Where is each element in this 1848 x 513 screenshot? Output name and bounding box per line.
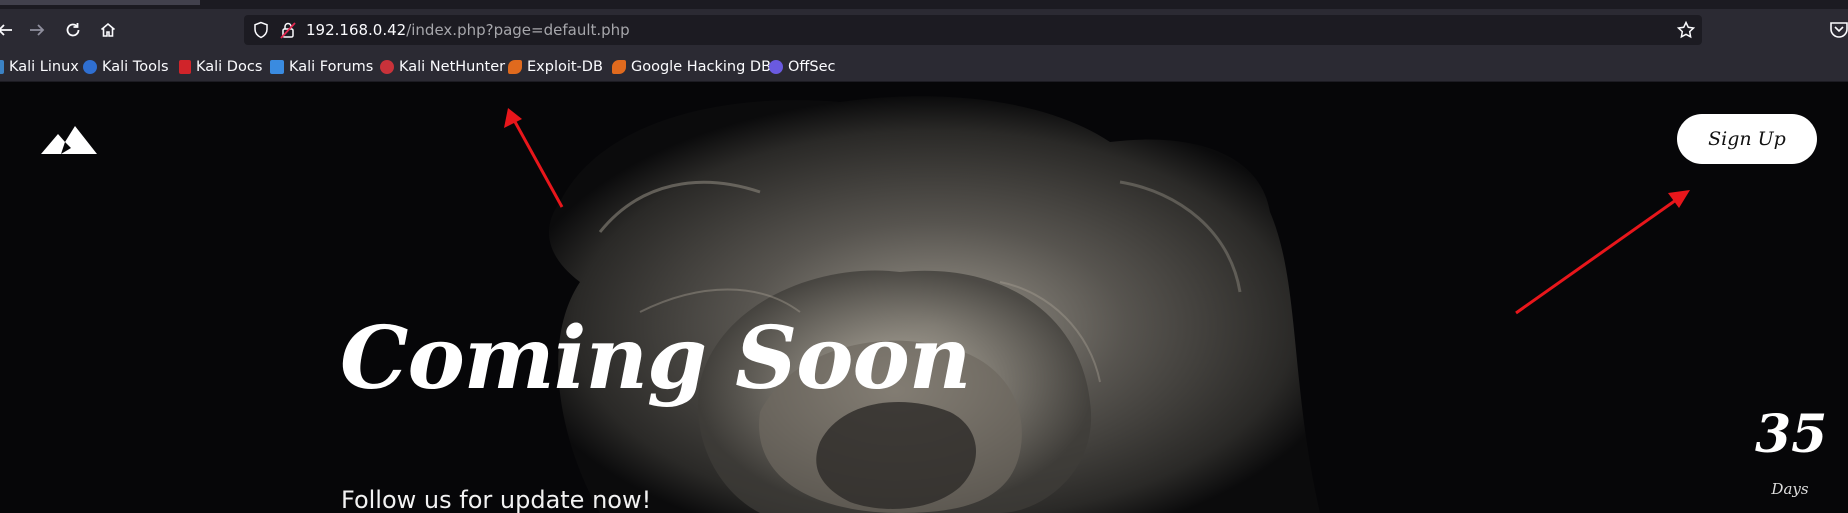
back-button[interactable]: [0, 17, 18, 43]
page-viewport: Sign Up Coming Soon Follow us for update…: [0, 82, 1848, 513]
bookmark-label: Kali Docs: [196, 59, 263, 75]
url-path: /index.php?page=default.php: [406, 21, 630, 39]
pocket-icon[interactable]: [1828, 17, 1848, 41]
kali-tools-icon: [83, 60, 97, 74]
bookmark-star-icon[interactable]: [1676, 20, 1696, 40]
kali-docs-icon: [179, 60, 191, 74]
bookmarks-toolbar: Kali Linux Kali Tools Kali Docs Kali For…: [0, 51, 1848, 82]
url-text[interactable]: 192.168.0.42/index.php?page=default.php: [306, 21, 630, 39]
home-icon: [100, 22, 116, 37]
address-bar[interactable]: 192.168.0.42/index.php?page=default.php: [244, 15, 1702, 45]
kali-nethunter-icon: [380, 60, 394, 74]
mountain-logo-icon[interactable]: [41, 124, 97, 154]
bookmark-kali-nethunter[interactable]: Kali NetHunter: [380, 56, 505, 78]
tab-strip: [0, 0, 1848, 9]
bookmark-kali-docs[interactable]: Kali Docs: [179, 56, 262, 78]
bookmark-label: Kali NetHunter: [399, 59, 506, 75]
bookmark-label: OffSec: [788, 59, 836, 75]
rose-background-image: [549, 96, 1320, 513]
kali-forums-icon: [270, 60, 284, 74]
bookmark-offsec[interactable]: OffSec: [769, 56, 836, 78]
kali-linux-icon: [0, 60, 4, 74]
bookmark-label: Kali Linux: [9, 59, 79, 75]
shield-icon[interactable]: [252, 21, 270, 39]
hero-title: Coming Soon: [340, 308, 971, 409]
offsec-icon: [769, 60, 783, 74]
navigation-toolbar: 192.168.0.42/index.php?page=default.php: [0, 9, 1848, 51]
bookmark-kali-linux[interactable]: Kali Linux: [0, 56, 79, 78]
bookmark-exploit-db[interactable]: Exploit-DB: [508, 56, 603, 78]
bookmark-google-hacking-db[interactable]: Google Hacking DB: [612, 56, 771, 78]
bookmark-label: Kali Tools: [102, 59, 169, 75]
bookmark-label: Kali Forums: [289, 59, 374, 75]
sign-up-button[interactable]: Sign Up: [1677, 114, 1817, 164]
google-hacking-db-icon: [612, 60, 626, 74]
countdown-days-value: 35: [1755, 404, 1828, 465]
exploit-db-icon: [508, 60, 522, 74]
forward-arrow-icon: [30, 24, 45, 36]
reload-icon: [66, 23, 80, 37]
home-button[interactable]: [95, 17, 121, 43]
bookmark-kali-forums[interactable]: Kali Forums: [270, 56, 373, 78]
bookmark-label: Exploit-DB: [527, 59, 603, 75]
url-host: 192.168.0.42: [306, 21, 407, 39]
insecure-lock-icon[interactable]: [278, 20, 298, 40]
bookmark-label: Google Hacking DB: [631, 59, 772, 75]
countdown-days-label: Days: [1771, 480, 1809, 498]
reload-button[interactable]: [60, 17, 86, 43]
active-tab[interactable]: [0, 0, 200, 5]
bookmark-kali-tools[interactable]: Kali Tools: [83, 56, 169, 78]
forward-button[interactable]: [24, 17, 50, 43]
back-arrow-icon: [0, 24, 12, 36]
hero-subtitle: Follow us for update now!: [341, 486, 652, 513]
